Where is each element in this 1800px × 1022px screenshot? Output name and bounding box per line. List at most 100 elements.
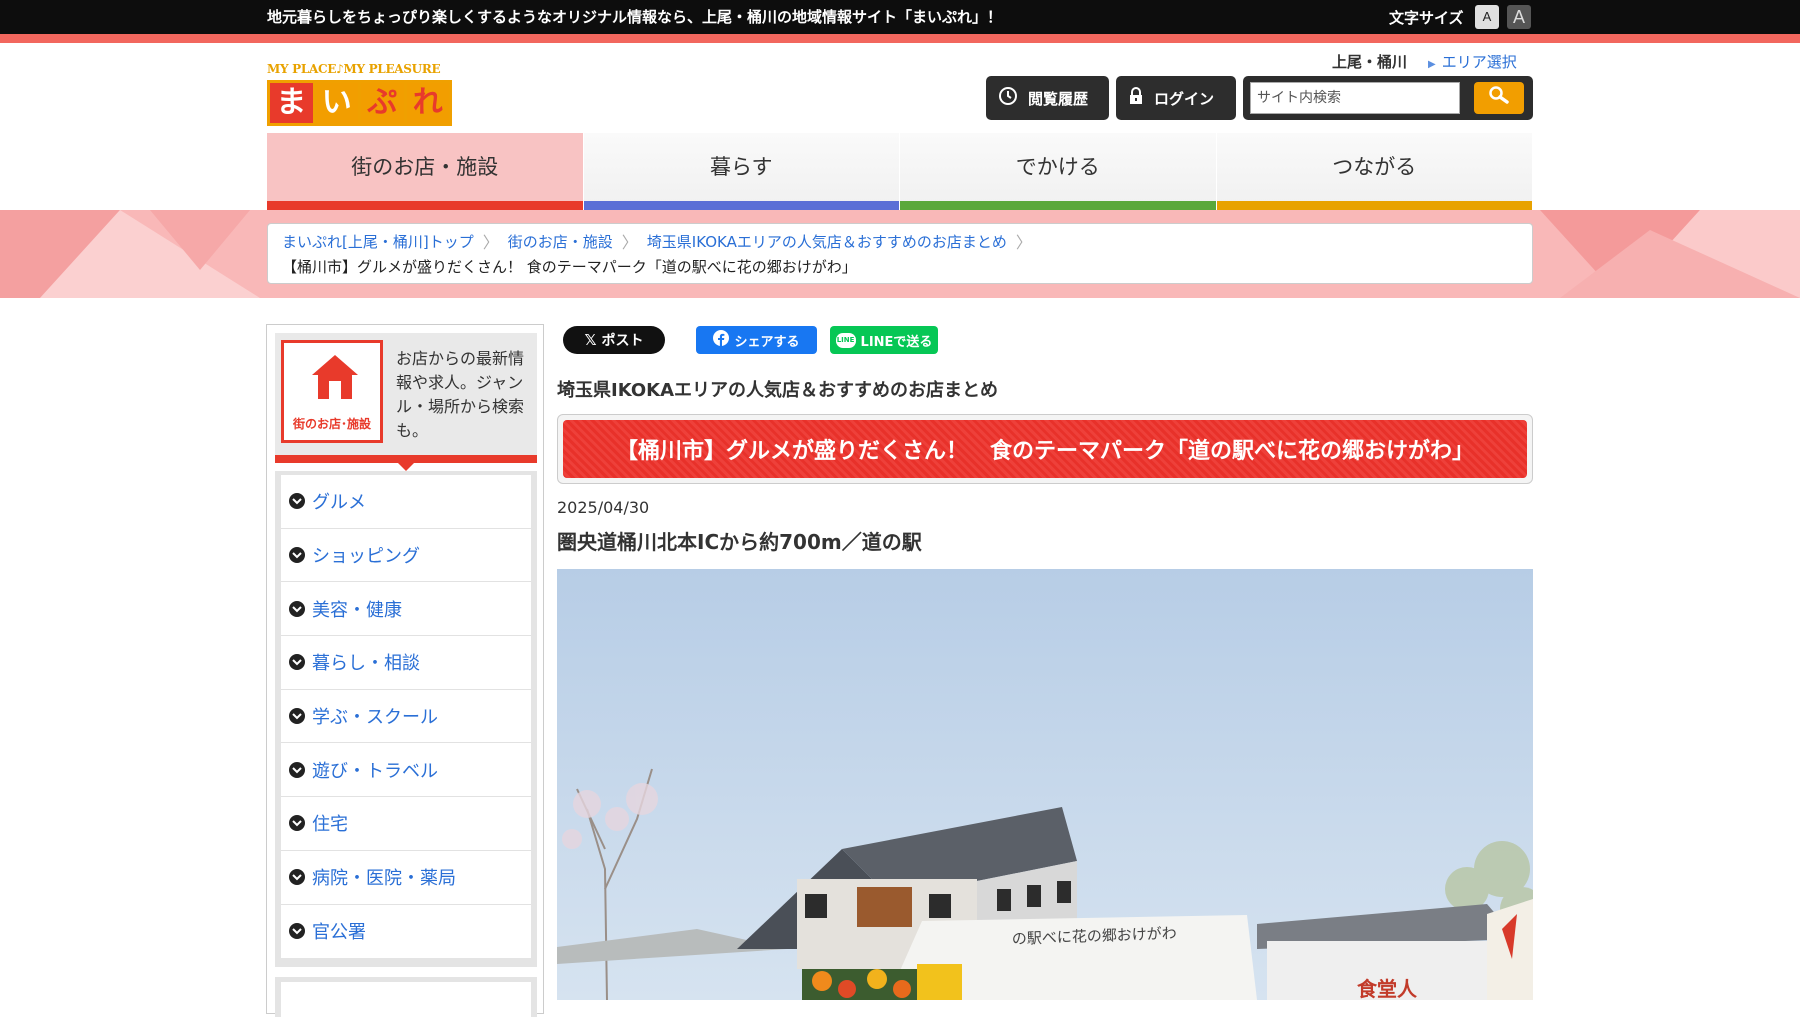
category-label: ショッピング: [312, 546, 420, 568]
chevron-down-icon: [289, 493, 305, 510]
nav-color-bar: [267, 201, 583, 210]
chevron-down-icon: [289, 923, 305, 940]
category-item-housing[interactable]: 住宅: [281, 797, 531, 851]
nav-going-out[interactable]: でかける: [900, 133, 1217, 210]
nav-label: 街のお店・施設: [351, 155, 499, 179]
x-post-button[interactable]: 𝕏 ポスト: [563, 326, 665, 354]
login-label: ログイン: [1154, 89, 1215, 108]
chevron-down-icon: [289, 654, 305, 671]
x-post-label: ポスト: [601, 333, 644, 349]
current-area: 上尾・桶川: [1332, 53, 1408, 71]
chevron-right-icon: 〉: [1015, 233, 1032, 252]
search-input[interactable]: [1250, 82, 1460, 114]
category-item-medical[interactable]: 病院・医院・薬局: [281, 851, 531, 905]
category-item-gourmet[interactable]: グルメ: [281, 475, 531, 529]
shops-facilities-badge[interactable]: 街のお店･施設: [281, 340, 383, 443]
sidebar-description: お店からの最新情報や求人。ジャンル・場所から検索も。: [396, 349, 525, 440]
nav-color-bar: [900, 201, 1216, 210]
logo-char: い: [315, 83, 358, 123]
category-label: グルメ: [312, 492, 366, 514]
category-label: 住宅: [312, 814, 348, 836]
search-button[interactable]: [1474, 82, 1524, 114]
sidebar-notch: [398, 463, 414, 471]
history-label: 閲覧履歴: [1028, 89, 1089, 108]
triangle-right-icon: ▶: [1428, 59, 1436, 70]
post-date: 2025/04/30: [557, 498, 650, 517]
article-category[interactable]: 埼玉県IKOKAエリアの人気店＆おすすめのお店まとめ: [557, 376, 998, 402]
chevron-right-icon: 〉: [621, 233, 638, 252]
history-button[interactable]: 閲覧履歴: [986, 76, 1109, 120]
font-size-small-button[interactable]: A: [1475, 5, 1499, 29]
lock-icon: [1128, 86, 1144, 110]
category-label: 暮らし・相談: [312, 653, 420, 675]
chevron-down-icon: [289, 600, 305, 617]
area-select-link[interactable]: ▶ エリア選択: [1428, 51, 1517, 72]
breadcrumb-link-category[interactable]: 埼玉県IKOKAエリアの人気店＆おすすめのお店まとめ: [647, 231, 1007, 252]
breadcrumb: まいぷれ[上尾・桶川]トップ 〉 街のお店・施設 〉 埼玉県IKOKAエリアの人…: [267, 223, 1533, 284]
clock-icon: [998, 86, 1018, 110]
photo-store-sign: 食堂人: [1357, 977, 1418, 1000]
login-button[interactable]: ログイン: [1116, 76, 1236, 120]
search-icon: [1488, 85, 1510, 111]
logo-subtitle: MY PLACE♪MY PLEASURE: [267, 62, 441, 76]
font-size-large-button[interactable]: A: [1507, 5, 1531, 29]
nav-color-bar: [1216, 201, 1532, 210]
facebook-icon: [713, 330, 730, 350]
nav-shops-facilities[interactable]: 街のお店・施設: [267, 133, 584, 210]
site-logo[interactable]: ま い ぷ れ: [267, 80, 452, 126]
chevron-down-icon: [289, 815, 305, 832]
global-nav: 街のお店・施設 暮らす でかける つながる: [267, 133, 1533, 210]
chevron-down-icon: [289, 547, 305, 564]
badge-label: 街のお店･施設: [292, 417, 371, 431]
category-item-government[interactable]: 官公署: [281, 905, 531, 959]
category-label: 遊び・トラベル: [312, 760, 438, 782]
x-logo-icon: 𝕏: [584, 331, 597, 349]
nav-label: 暮らす: [709, 155, 773, 179]
area-select-label: エリア選択: [1441, 53, 1517, 71]
nav-connect[interactable]: つながる: [1216, 133, 1533, 210]
category-label: 美容・健康: [312, 599, 402, 621]
category-item-beauty[interactable]: 美容・健康: [281, 582, 531, 637]
category-item-living[interactable]: 暮らし・相談: [281, 636, 531, 690]
nav-living[interactable]: 暮らす: [583, 133, 900, 210]
breadcrumb-current: 【桶川市】グルメが盛りだくさん！ 食のテーマパーク「道の駅べに花の郷おけがわ」: [282, 258, 857, 276]
logo-char: れ: [406, 83, 449, 123]
chevron-right-icon: 〉: [482, 233, 499, 252]
line-share-button[interactable]: LINE LINEで送る: [830, 326, 938, 354]
breadcrumb-link-top[interactable]: まいぷれ[上尾・桶川]トップ: [282, 231, 474, 252]
line-share-label: LINEで送る: [860, 334, 933, 350]
nav-color-bar: [583, 201, 899, 210]
category-label: 病院・医院・薬局: [312, 868, 456, 890]
article-title: 【桶川市】グルメが盛りだくさん！ 食のテーマパーク「道の駅べに花の郷おけがわ」: [563, 420, 1527, 478]
breadcrumb-link-shops[interactable]: 街のお店・施設: [508, 231, 613, 252]
logo-char: ま: [270, 83, 313, 123]
category-item-school[interactable]: 学ぶ・スクール: [281, 690, 531, 744]
sidebar-divider: [275, 455, 537, 463]
category-item-travel[interactable]: 遊び・トラベル: [281, 743, 531, 798]
site-search: [1243, 76, 1533, 120]
category-label: 学ぶ・スクール: [312, 707, 438, 729]
font-size-label: 文字サイズ: [1389, 9, 1464, 27]
chevron-down-icon: [289, 869, 305, 886]
nav-label: でかける: [1015, 155, 1100, 179]
nav-label: つながる: [1332, 155, 1417, 179]
line-icon: LINE: [835, 332, 856, 348]
category-label: 官公署: [312, 922, 366, 944]
site-tagline: 地元暮らしをちょっぴり楽しくするようなオリジナル情報なら、上尾・桶川の地域情報サ…: [267, 8, 1003, 26]
facebook-share-button[interactable]: シェアする: [696, 326, 817, 354]
sidebar-next-section: [275, 977, 537, 1022]
facebook-share-label: シェアする: [734, 334, 800, 350]
logo-char: ぷ: [361, 83, 404, 123]
article-title-frame: 【桶川市】グルメが盛りだくさん！ 食のテーマパーク「道の駅べに花の郷おけがわ」: [557, 414, 1533, 484]
category-list: グルメ ショッピング 美容・健康 暮らし・相談 学ぶ・スクール 遊び・トラベル …: [275, 471, 537, 967]
article-photo: 食堂人 の駅べに花の郷おけがわ: [557, 569, 1533, 1000]
sidebar-header: 街のお店･施設 お店からの最新情報や求人。ジャンル・場所から検索も。: [275, 333, 537, 459]
top-accent-line: [0, 34, 1800, 43]
top-bar: 地元暮らしをちょっぴり楽しくするようなオリジナル情報なら、上尾・桶川の地域情報サ…: [0, 0, 1800, 34]
chevron-down-icon: [289, 708, 305, 725]
article-subtitle: 圏央道桶川北本ICから約700m／道の駅: [557, 530, 922, 554]
category-item-shopping[interactable]: ショッピング: [281, 529, 531, 583]
chevron-down-icon: [289, 761, 305, 778]
house-icon: [310, 353, 360, 407]
sidebar: 街のお店･施設 お店からの最新情報や求人。ジャンル・場所から検索も。 グルメ シ…: [266, 324, 544, 1022]
